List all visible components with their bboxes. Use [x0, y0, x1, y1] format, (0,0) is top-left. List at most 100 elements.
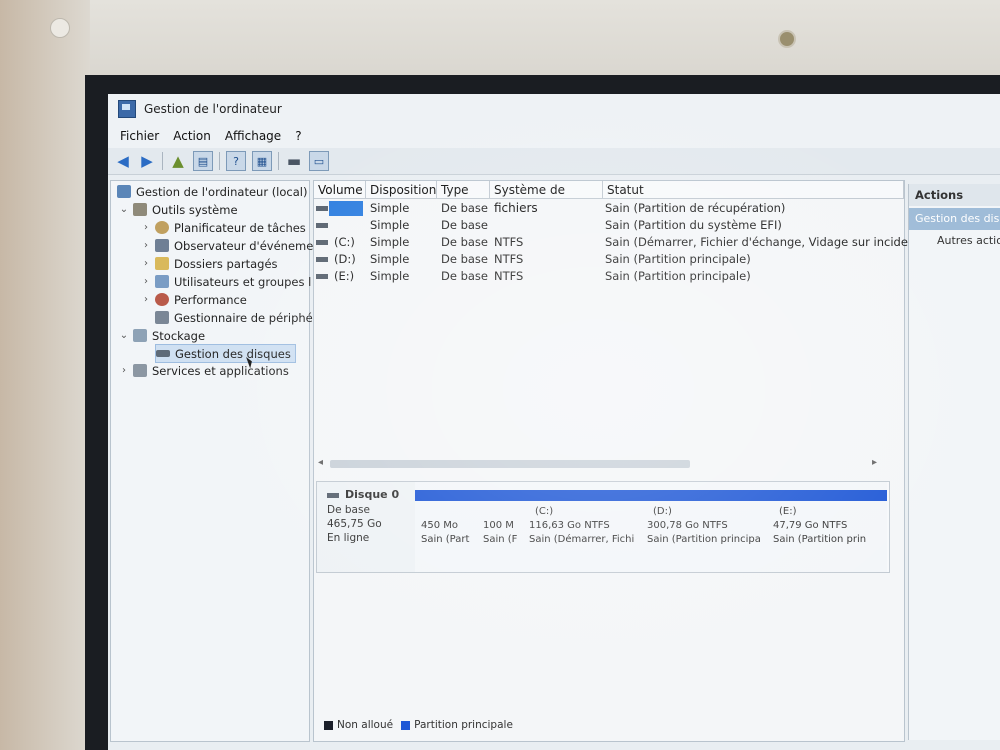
menu-help[interactable]: ?	[295, 129, 301, 143]
partition-status: Sain (Partition prin	[773, 534, 867, 545]
navigation-tree: Gestion de l'ordinateur (local) ⌄ Outils…	[110, 180, 313, 742]
bezel-screw-icon	[50, 18, 70, 38]
table-row[interactable]	[316, 217, 334, 234]
partition-recovery[interactable]: 450 Mo Sain (Part	[415, 482, 478, 572]
tree-item-root[interactable]: Gestion de l'ordinateur (local)	[117, 183, 307, 200]
actions-section-disk-management[interactable]: Gestion des disq	[909, 208, 1000, 230]
layout-cell: Simple	[370, 252, 410, 266]
disk-name: Disque 0	[327, 488, 399, 501]
tree-item-task-scheduler[interactable]: › Planificateur de tâches	[141, 219, 306, 236]
status-cell: Sain (Démarrer, Fichier d'échange, Vidag…	[605, 235, 934, 249]
actions-other[interactable]: Autres actio	[937, 234, 1000, 247]
help-icon[interactable]: ?	[226, 151, 246, 171]
performance-icon	[155, 293, 169, 306]
toolbar-separator	[278, 152, 279, 170]
tree-item-system-tools[interactable]: ⌄ Outils système	[119, 201, 238, 218]
legend: Non alloué Partition principale	[324, 719, 513, 731]
menu-fichier[interactable]: Fichier	[120, 129, 159, 143]
actions-title: Actions	[909, 184, 1000, 206]
properties-icon[interactable]: ▦	[252, 151, 272, 171]
partition-bar	[415, 490, 477, 501]
horizontal-scrollbar[interactable]: ◂ ▸	[316, 457, 900, 471]
partition-c[interactable]: (C:) 116,63 Go NTFS Sain (Démarrer, Fich…	[523, 482, 642, 572]
chevron-down-icon[interactable]: ⌄	[119, 330, 129, 341]
scrollbar-thumb[interactable]	[330, 460, 690, 468]
chevron-right-icon[interactable]: ›	[141, 294, 151, 305]
partition-status: Sain (Part	[421, 534, 470, 545]
tree-item-shared-folders[interactable]: › Dossiers partagés	[141, 255, 278, 272]
partition-status: Sain (Partition principa	[647, 534, 761, 545]
chevron-down-icon[interactable]: ⌄	[119, 204, 129, 215]
menu-bar: Fichier Action Affichage ?	[108, 124, 1000, 148]
storage-icon	[133, 329, 147, 342]
console-icon[interactable]: ▭	[309, 151, 329, 171]
tree-item-performance[interactable]: › Performance	[141, 291, 247, 308]
chevron-right-icon[interactable]: ›	[141, 240, 151, 251]
partition-size: 47,79 Go NTFS	[773, 520, 848, 531]
type-cell: De base	[441, 252, 488, 266]
partition-bar	[477, 490, 523, 501]
partition-bar	[767, 490, 887, 501]
menu-affichage[interactable]: Affichage	[225, 129, 281, 143]
tree-item-services-apps[interactable]: › Services et applications	[119, 362, 289, 379]
menu-action[interactable]: Action	[173, 129, 211, 143]
title-bar: Gestion de l'ordinateur	[108, 94, 1000, 124]
volume-icon	[316, 223, 328, 228]
layout-cell: Simple	[370, 201, 410, 215]
tree-item-label: Gestionnaire de périphé	[174, 310, 313, 325]
partition-e[interactable]: (E:) 47,79 Go NTFS Sain (Partition prin	[767, 482, 887, 572]
tree-item-device-manager[interactable]: Gestionnaire de périphé	[155, 309, 313, 326]
fs-cell: NTFS	[494, 235, 524, 249]
volume-icon	[316, 206, 328, 211]
table-row[interactable]: (D:)	[316, 251, 356, 268]
partition-d[interactable]: (D:) 300,78 Go NTFS Sain (Partition prin…	[641, 482, 768, 572]
chevron-right-icon[interactable]: ›	[141, 276, 151, 287]
table-row[interactable]	[316, 200, 334, 217]
scroll-left-icon[interactable]: ◂	[318, 457, 323, 468]
selected-volume-highlight[interactable]	[329, 201, 363, 216]
device-manager-icon	[155, 311, 169, 324]
status-cell: Sain (Partition du système EFI)	[605, 218, 782, 232]
up-folder-icon[interactable]: ▲	[169, 152, 187, 170]
disk-icon[interactable]: ▬	[285, 152, 303, 170]
volume-name: (D:)	[334, 252, 356, 266]
volume-name: (E:)	[334, 269, 355, 283]
disk-size: 465,75 Go	[327, 518, 382, 530]
tree-item-storage[interactable]: ⌄ Stockage	[119, 327, 205, 344]
type-cell: De base	[441, 218, 488, 232]
computer-management-window: Gestion de l'ordinateur Fichier Action A…	[108, 94, 1000, 750]
volume-icon	[316, 240, 328, 245]
tree-item-label: Observateur d'événeme	[174, 238, 314, 253]
disk-label[interactable]: Disque 0 De base 465,75 Go En ligne	[317, 482, 416, 572]
show-hide-tree-icon[interactable]: ▤	[193, 151, 213, 171]
column-header-type[interactable]: Type	[437, 181, 490, 199]
chevron-right-icon[interactable]: ›	[141, 258, 151, 269]
column-header-status[interactable]: Statut	[603, 181, 904, 199]
column-header-layout[interactable]: Disposition	[366, 181, 437, 199]
tree-item-label: Outils système	[152, 202, 238, 217]
chevron-right-icon[interactable]: ›	[141, 222, 151, 233]
volume-icon	[316, 274, 328, 279]
volume-icon	[316, 257, 328, 262]
layout-cell: Simple	[370, 269, 410, 283]
forward-arrow-icon[interactable]: ▶	[138, 152, 156, 170]
legend-unallocated: Non alloué	[337, 719, 394, 731]
partition-bar	[641, 490, 767, 501]
tree-item-disk-management[interactable]: Gestion des disques	[155, 344, 296, 363]
shared-folder-icon	[155, 257, 169, 270]
table-row[interactable]: (C:)	[316, 234, 355, 251]
clock-icon	[155, 221, 169, 234]
partition-status: Sain (Démarrer, Fichi	[529, 534, 635, 545]
chevron-right-icon[interactable]: ›	[119, 365, 129, 376]
scroll-right-icon[interactable]: ▸	[872, 457, 877, 468]
partition-label: (D:)	[653, 506, 672, 517]
tree-item-event-viewer[interactable]: › Observateur d'événeme	[141, 237, 313, 254]
tree-item-users-groups[interactable]: › Utilisateurs et groupes l	[141, 273, 311, 290]
volume-name: (C:)	[334, 235, 355, 249]
column-header-volume[interactable]: Volume	[314, 181, 366, 199]
tree-item-label: Dossiers partagés	[174, 256, 278, 271]
table-row[interactable]: (E:)	[316, 268, 354, 285]
partition-efi[interactable]: 100 M Sain (F	[477, 482, 524, 572]
column-header-filesystem[interactable]: Système de fichiers	[490, 181, 603, 215]
back-arrow-icon[interactable]: ◀	[114, 152, 132, 170]
